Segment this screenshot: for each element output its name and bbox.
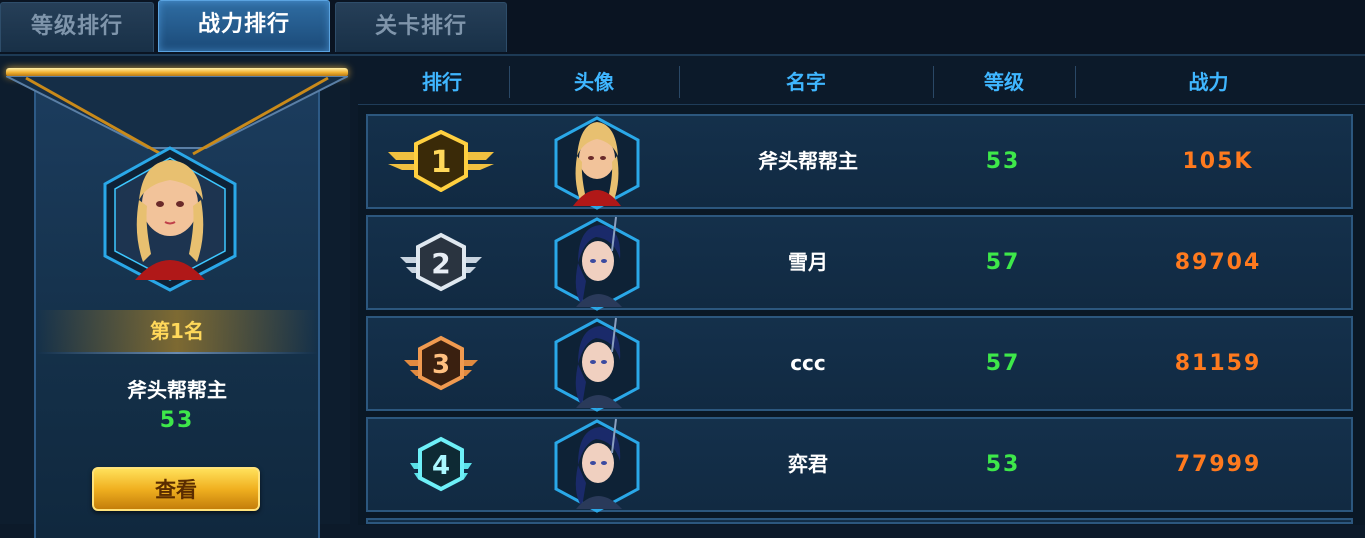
header-rank: 排行	[422, 70, 462, 94]
header-level: 等级	[984, 70, 1024, 94]
view-button[interactable]: 查看	[92, 467, 260, 511]
table-row[interactable]: 3 ccc 57 81159	[366, 316, 1353, 412]
dark-haired-avatar-icon	[554, 317, 640, 412]
gold-rank-badge-icon: 1	[388, 130, 494, 192]
top-player-rank-label: 第1名	[36, 310, 318, 352]
player-level: 57	[985, 351, 1021, 376]
cyan-rank-badge-icon: 4	[410, 436, 472, 492]
tab-stage-ranking[interactable]: 关卡排行	[335, 2, 507, 52]
tab-bar: 等级排行 战力排行 关卡排行	[0, 0, 1365, 56]
table-row[interactable]	[366, 518, 1353, 524]
tab-level-ranking[interactable]: 等级排行	[0, 2, 154, 52]
player-name: ccc	[790, 351, 826, 375]
player-level: 53	[985, 149, 1021, 174]
header-name: 名字	[786, 70, 826, 94]
player-power: 105K	[1182, 149, 1254, 174]
player-name: 弈君	[788, 452, 828, 476]
dark-haired-avatar-icon	[554, 418, 640, 513]
header-avatar: 头像	[574, 70, 614, 94]
divider	[36, 352, 318, 354]
player-name: 雪月	[788, 250, 828, 274]
table-row[interactable]: 1 斧头帮帮主 53 105K	[366, 114, 1353, 210]
top-player-name: 斧头帮帮主	[127, 378, 227, 402]
player-level: 57	[985, 250, 1021, 275]
blonde-avatar-icon	[554, 116, 640, 210]
rank-number: 2	[431, 247, 450, 280]
silver-rank-badge-icon: 2	[400, 232, 482, 292]
rank-number: 3	[432, 350, 450, 380]
top-player-level: 53	[159, 408, 195, 433]
table-row[interactable]: 4 弈君 53 77999	[366, 417, 1353, 513]
dark-haired-avatar-icon	[554, 216, 640, 311]
rank-number: 4	[432, 451, 450, 481]
top-player-avatar	[103, 146, 237, 292]
player-power: 77999	[1174, 452, 1262, 477]
player-power: 89704	[1174, 250, 1262, 275]
table-row[interactable]: 2 雪月 57 89704	[366, 215, 1353, 311]
player-power: 81159	[1174, 351, 1262, 376]
tab-power-ranking[interactable]: 战力排行	[158, 0, 330, 52]
player-level: 53	[985, 452, 1021, 477]
player-name: 斧头帮帮主	[758, 149, 858, 173]
header-power: 战力	[1188, 70, 1229, 94]
table-header: 排行 头像 名字 等级 战力	[375, 62, 1342, 102]
top-player-panel: 第1名 斧头帮帮主 53 查看	[0, 56, 350, 538]
rank-number: 1	[431, 145, 452, 180]
bronze-rank-badge-icon: 3	[404, 335, 478, 391]
